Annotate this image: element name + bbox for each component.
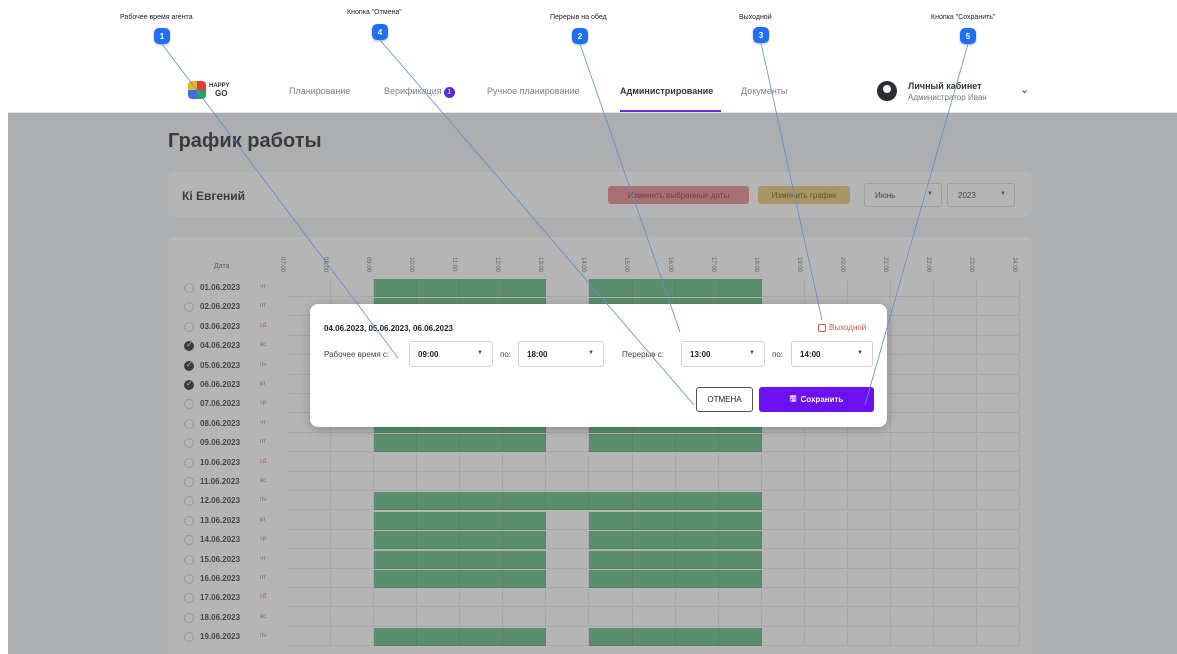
break-to-label: по: bbox=[772, 350, 784, 359]
logo-text-line2: GO bbox=[215, 89, 228, 98]
work-time-label: Рабочее время с: bbox=[324, 350, 390, 359]
callout-label-1: Рабочее время агента bbox=[120, 14, 193, 21]
top-navigation-bar: HAPPY GO Планирование Верификация 1 Ручно… bbox=[8, 73, 1177, 113]
selected-dates: 04.06.2023, 05.06.2023, 06.06.2023 bbox=[324, 324, 454, 333]
nav-verification[interactable]: Верификация 1 bbox=[384, 86, 455, 98]
break-to-value: 14:00 bbox=[800, 349, 821, 359]
callout-label-3: Выходной bbox=[739, 14, 772, 21]
callout-label-5: Кнопка "Сохранить" bbox=[931, 14, 996, 21]
day-off-label: Выходной bbox=[829, 323, 867, 332]
app-logo[interactable]: HAPPY GO bbox=[188, 81, 230, 99]
user-role: Администратор Иван bbox=[908, 93, 987, 102]
user-cabinet-title[interactable]: Личный кабинет bbox=[908, 81, 982, 91]
work-from-value: 09:00 bbox=[418, 349, 439, 359]
user-avatar-icon[interactable] bbox=[877, 81, 897, 101]
work-to-value: 18:00 bbox=[527, 349, 548, 359]
callout-badge-3: 3 bbox=[753, 27, 769, 43]
cancel-button[interactable]: ОТМЕНА bbox=[696, 387, 753, 412]
active-tab-indicator bbox=[620, 110, 721, 112]
save-button[interactable]: 🖫 Сохранить bbox=[759, 387, 874, 412]
checkbox-icon bbox=[818, 323, 826, 332]
break-from-select[interactable]: 13:00 ▼ bbox=[681, 341, 765, 367]
callout-badge-4: 4 bbox=[372, 24, 388, 40]
work-to-label: по: bbox=[500, 350, 512, 359]
dropdown-arrow-icon: ▼ bbox=[857, 350, 863, 356]
dropdown-arrow-icon: ▼ bbox=[749, 350, 755, 356]
callout-badge-2: 2 bbox=[572, 28, 588, 44]
day-off-checkbox[interactable]: Выходной bbox=[818, 323, 866, 332]
chevron-down-icon[interactable]: ⌄ bbox=[1020, 83, 1029, 96]
callout-badge-1: 1 bbox=[154, 28, 170, 44]
verification-count-badge: 1 bbox=[443, 87, 455, 98]
work-to-select[interactable]: 18:00 ▼ bbox=[518, 341, 604, 367]
work-from-select[interactable]: 09:00 ▼ bbox=[409, 341, 493, 367]
edit-schedule-modal: 04.06.2023, 05.06.2023, 06.06.2023 Выход… bbox=[310, 304, 887, 427]
callout-label-4: Кнопка "Отмена" bbox=[347, 9, 402, 16]
nav-documents[interactable]: Документы bbox=[741, 86, 787, 96]
dropdown-arrow-icon: ▼ bbox=[588, 350, 594, 356]
nav-administration[interactable]: Администрирование bbox=[620, 86, 713, 96]
nav-planning[interactable]: Планирование bbox=[289, 86, 350, 96]
break-to-select[interactable]: 14:00 ▼ bbox=[791, 341, 873, 367]
callout-badge-5: 5 bbox=[960, 28, 976, 44]
callout-label-2: Перерыв на обед bbox=[550, 14, 607, 21]
nav-manual-planning[interactable]: Ручное планирование bbox=[487, 86, 580, 96]
break-label: Перерыв с: bbox=[622, 350, 664, 359]
break-from-value: 13:00 bbox=[690, 349, 711, 359]
annotated-screenshot: Рабочее время агента 1 Кнопка "Отмена" 4… bbox=[0, 0, 1177, 654]
logo-icon bbox=[188, 81, 206, 99]
dropdown-arrow-icon: ▼ bbox=[477, 350, 483, 356]
nav-verification-label: Верификация bbox=[384, 86, 442, 96]
save-button-label: Сохранить bbox=[800, 395, 844, 404]
save-icon: 🖫 bbox=[789, 393, 797, 403]
